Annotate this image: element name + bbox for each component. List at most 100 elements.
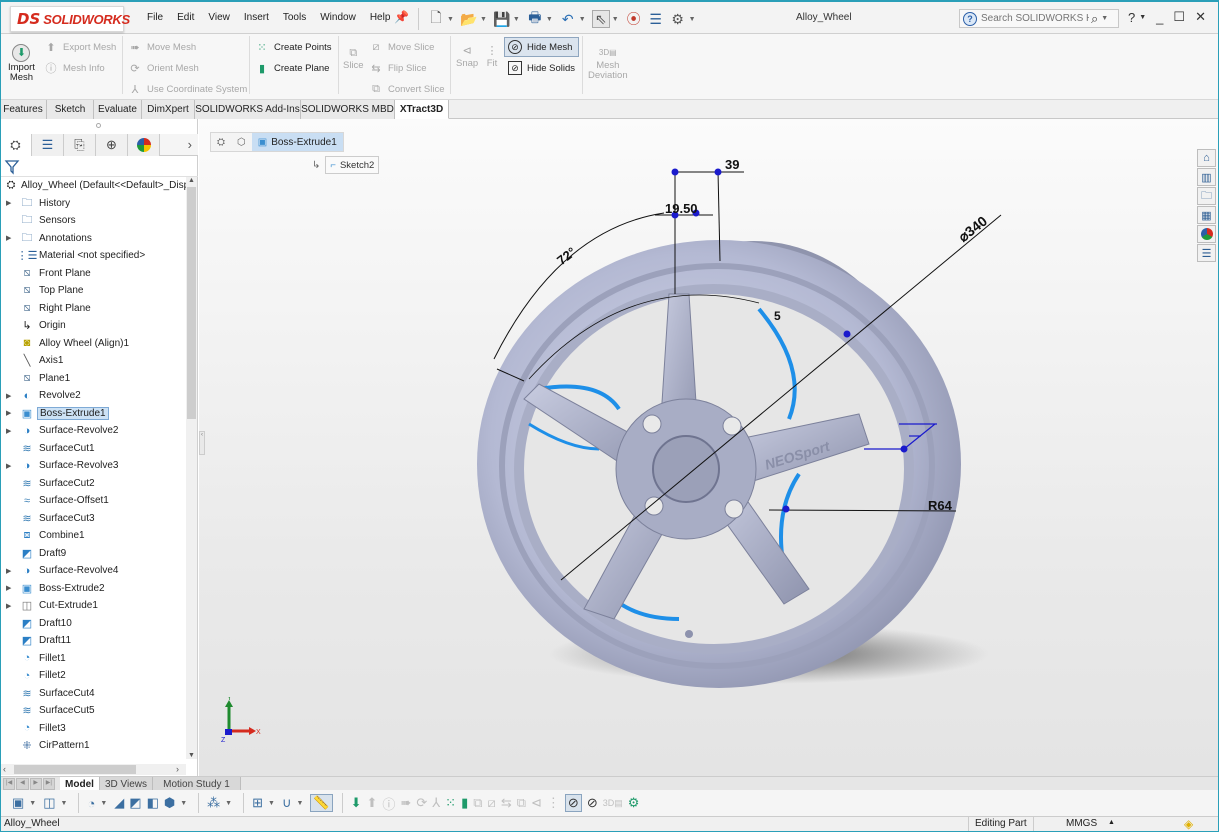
solidworks-resources-home-icon[interactable]: ⌂ bbox=[1197, 149, 1216, 167]
propertymanager-tab-icon[interactable]: ☰ bbox=[32, 134, 64, 156]
fit-icon[interactable]: ⋮ bbox=[547, 795, 560, 811]
appearances-scenes-icon[interactable] bbox=[1197, 225, 1216, 243]
tree-filter-bar[interactable] bbox=[0, 157, 198, 177]
tree-item-fillet2[interactable]: ◔ Fillet2 bbox=[0, 667, 186, 685]
mesh-info-button[interactable]: ⓘ Mesh Info bbox=[44, 61, 105, 76]
menu-window[interactable]: Window bbox=[313, 12, 363, 23]
tree-root-part[interactable]: ⛭ Alloy_Wheel (Default<<Default>_Displ bbox=[0, 177, 186, 195]
more-tabs-chevron-icon[interactable]: › bbox=[188, 137, 192, 152]
intersect-icon[interactable]: ⬢ bbox=[164, 795, 175, 811]
snap-button[interactable]: ⊲ Snap bbox=[456, 44, 478, 69]
tab-3d-views[interactable]: 3D Views bbox=[100, 777, 153, 791]
minimize-icon[interactable]: _ bbox=[1156, 10, 1163, 25]
undo-icon[interactable]: ↶ bbox=[559, 10, 577, 28]
tree-item-surfacecut2[interactable]: ≋ SurfaceCut2 bbox=[0, 475, 186, 493]
tree-item-draft10[interactable]: ◩ Draft10 bbox=[0, 615, 186, 633]
instant3d-icon[interactable]: 📏 bbox=[310, 794, 333, 812]
tree-item-right-plane[interactable]: ⧅ Right Plane bbox=[0, 300, 186, 318]
tree-item-axis1[interactable]: ╲ Axis1 bbox=[0, 352, 186, 370]
tree-item-surfacecut1[interactable]: ≋ SurfaceCut1 bbox=[0, 440, 186, 458]
tree-item-history[interactable]: ▶ 🗀 History bbox=[0, 195, 186, 213]
expand-arrow-icon[interactable]: ▶ bbox=[6, 234, 11, 242]
dimension-radius[interactable]: R64 bbox=[928, 498, 953, 513]
search-icon[interactable]: ⌕ bbox=[1091, 11, 1098, 27]
fit-button[interactable]: ⋮ Fit bbox=[485, 44, 499, 69]
dimension-5[interactable]: 5 bbox=[774, 309, 781, 323]
status-units[interactable]: MMGS bbox=[1066, 818, 1097, 829]
tree-item-draft11[interactable]: ◩ Draft11 bbox=[0, 632, 186, 650]
expand-arrow-icon[interactable]: ▶ bbox=[6, 602, 11, 610]
menu-file[interactable]: File bbox=[140, 12, 170, 23]
cut-dropdown[interactable]: ▼ bbox=[61, 800, 68, 807]
mesh-info-icon[interactable]: ⓘ bbox=[382, 794, 395, 813]
tree-item-alloy-wheel-align-1[interactable]: ◙ Alloy Wheel (Align)1 bbox=[0, 335, 186, 353]
wheel-model[interactable]: NEOSport 39 19.50 72° ⌀340 5 R64 bbox=[199, 119, 1219, 776]
maximize-icon[interactable]: ☐ bbox=[1173, 9, 1185, 25]
design-library-icon[interactable]: ▥ bbox=[1197, 168, 1216, 186]
new-dropdown[interactable]: ▼ bbox=[447, 16, 454, 23]
draft-icon[interactable]: ◩ bbox=[129, 795, 141, 811]
tree-item-surface-offset1[interactable]: ≈ Surface-Offset1 bbox=[0, 492, 186, 510]
print-icon[interactable]: 🖶 bbox=[526, 9, 544, 28]
units-menu-arrow-icon[interactable]: ▲ bbox=[1108, 819, 1115, 826]
convert-slice-button[interactable]: ⧉ Convert Slice bbox=[369, 82, 444, 96]
dimension-angle[interactable]: 72° bbox=[554, 244, 579, 268]
create-plane-icon[interactable]: ▮ bbox=[461, 795, 468, 811]
undo-dropdown[interactable]: ▼ bbox=[579, 16, 586, 23]
hide-mesh-icon[interactable]: ⊘ bbox=[564, 794, 582, 812]
open-icon[interactable]: 📂 bbox=[460, 10, 478, 28]
scroll-left-icon[interactable]: ‹ bbox=[3, 764, 6, 774]
close-icon[interactable]: ✕ bbox=[1195, 9, 1206, 25]
menu-view[interactable]: View bbox=[201, 12, 237, 23]
tree-item-fillet3[interactable]: ◔ Fillet3 bbox=[0, 720, 186, 738]
tree-item-surfacecut4[interactable]: ≋ SurfaceCut4 bbox=[0, 685, 186, 703]
use-coordinate-system-button[interactable]: ⅄ Use Coordinate System bbox=[128, 82, 248, 96]
custom-properties-icon[interactable]: ☰ bbox=[1197, 244, 1216, 262]
mesh-deviation-button[interactable]: 3D▤ Mesh Deviation bbox=[588, 46, 628, 81]
breadcrumb-sketch[interactable]: ⌐ Sketch2 bbox=[325, 156, 380, 174]
search-dropdown-icon[interactable]: ▼ bbox=[1101, 15, 1108, 22]
mesh-deviation-icon[interactable]: 3D▤ bbox=[603, 798, 623, 809]
view-palette-icon[interactable]: ▦ bbox=[1197, 206, 1216, 224]
tree-item-draft9[interactable]: ◩ Draft9 bbox=[0, 545, 186, 563]
hide-solids-button[interactable]: ⊘ Hide Solids bbox=[508, 61, 575, 75]
intersect-dropdown[interactable]: ▼ bbox=[180, 800, 187, 807]
tab-solidworks-mbd[interactable]: SOLIDWORKS MBD bbox=[301, 100, 395, 119]
tree-item-surfacecut5[interactable]: ≋ SurfaceCut5 bbox=[0, 702, 186, 720]
featuremanager-tab-icon[interactable]: ⛭ bbox=[0, 134, 32, 156]
hide-mesh-button[interactable]: ⊘ Hide Mesh bbox=[504, 37, 580, 57]
print-dropdown[interactable]: ▼ bbox=[546, 16, 553, 23]
reference-geometry-dropdown[interactable]: ▼ bbox=[268, 800, 275, 807]
reference-geometry-icon[interactable]: ⊞ bbox=[252, 795, 263, 811]
curves-icon[interactable]: ∪ bbox=[282, 795, 292, 811]
tree-horizontal-scrollbar[interactable]: ‹ › bbox=[0, 764, 186, 775]
tree-item-origin[interactable]: ↳ Origin bbox=[0, 317, 186, 335]
tab-dimxpert[interactable]: DimXpert bbox=[142, 100, 195, 119]
menu-tools[interactable]: Tools bbox=[276, 12, 313, 23]
scrollbar-thumb[interactable] bbox=[14, 765, 136, 774]
extruded-boss-icon[interactable]: ▣ bbox=[12, 795, 24, 811]
solidworks-logo[interactable]: DS SOLIDWORKS bbox=[10, 6, 130, 32]
tab-sketch[interactable]: Sketch bbox=[47, 100, 94, 119]
dimension-19-50[interactable]: 19.50 bbox=[665, 201, 698, 216]
expand-arrow-icon[interactable]: ▶ bbox=[6, 427, 11, 435]
import-mesh-icon[interactable]: ⬇ bbox=[351, 795, 362, 811]
file-properties-icon[interactable]: ☰ bbox=[647, 10, 665, 28]
select-dropdown[interactable]: ▼ bbox=[612, 16, 619, 23]
expand-arrow-icon[interactable]: ▶ bbox=[6, 584, 11, 592]
save-dropdown[interactable]: ▼ bbox=[513, 16, 520, 23]
slice-icon[interactable]: ⧉ bbox=[473, 795, 482, 811]
tree-item-surface-revolve3[interactable]: ▶ ◑ Surface-Revolve3 bbox=[0, 457, 186, 475]
export-mesh-icon[interactable]: ⬆ bbox=[366, 795, 377, 811]
move-mesh-icon[interactable]: ➠ bbox=[400, 795, 411, 811]
curves-dropdown[interactable]: ▼ bbox=[296, 800, 303, 807]
help-button[interactable]: ? bbox=[1128, 10, 1135, 25]
pin-menu-icon[interactable]: 📌 bbox=[394, 10, 409, 24]
tree-item-front-plane[interactable]: ⧅ Front Plane bbox=[0, 265, 186, 283]
export-mesh-button[interactable]: ⬆ Export Mesh bbox=[44, 40, 116, 54]
scrollbar-thumb[interactable] bbox=[187, 187, 196, 419]
tree-item-annotations[interactable]: ▶ 🗀 Annotations bbox=[0, 230, 186, 248]
help-search-box[interactable]: ? ⌕ ▼ bbox=[959, 9, 1119, 28]
expand-arrow-icon[interactable]: ▶ bbox=[6, 199, 11, 207]
orient-mesh-button[interactable]: ⟳ Orient Mesh bbox=[128, 61, 198, 75]
